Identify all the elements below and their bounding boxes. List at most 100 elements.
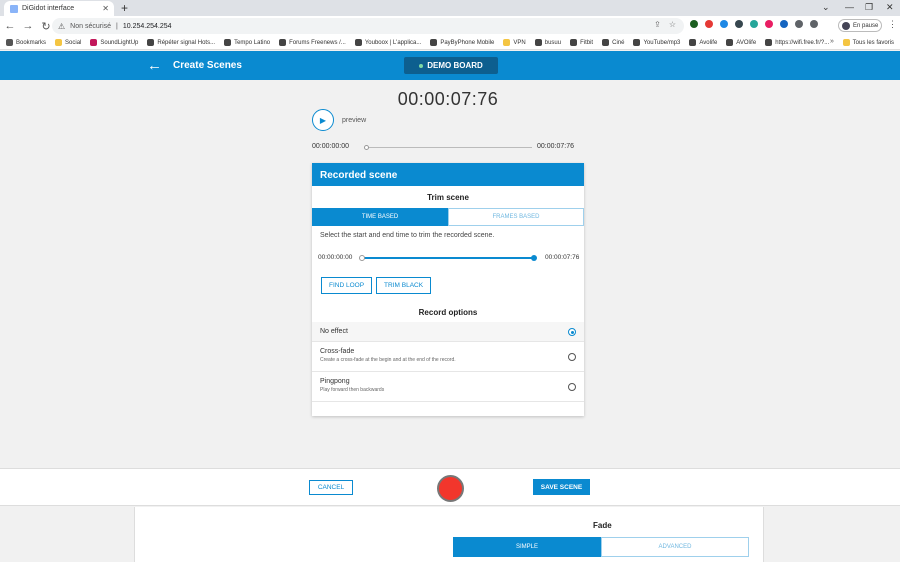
bookmark-item[interactable]: Tempo Latino [224, 39, 270, 46]
option-cross-fade[interactable]: Cross-fade Create a cross-fade at the be… [312, 342, 584, 372]
tab-search-icon[interactable]: ⌄ [822, 2, 830, 13]
browser-tab[interactable]: DiGidot interface ✕ [4, 1, 114, 16]
bookmark-label: Forums Freenews /... [289, 39, 346, 46]
bookmarks-more-icon[interactable]: » [830, 38, 834, 45]
option-name: No effect [320, 328, 348, 335]
back-arrow-icon[interactable]: ← [147, 57, 162, 74]
forward-nav-icon[interactable]: → [20, 20, 36, 32]
security-label: Non sécurisé [70, 22, 112, 30]
bookmark-icon [534, 39, 542, 46]
back-nav-icon[interactable]: ← [2, 20, 18, 32]
bookmark-label: SoundLightUp [100, 39, 139, 46]
extension-icon[interactable] [810, 20, 818, 28]
star-icon[interactable]: ☆ [669, 20, 676, 29]
preview-slider[interactable] [364, 145, 532, 150]
bookmark-item[interactable]: Youboox | L'applica... [354, 39, 421, 46]
trim-mode-tabs: TIME BASED FRAMES BASED [312, 208, 584, 226]
bookmark-item[interactable]: AVOlife [726, 39, 756, 46]
warning-icon: ⚠ [58, 21, 66, 31]
all-bookmarks-folder[interactable]: Tous les favoris [842, 39, 894, 46]
find-loop-button[interactable]: FIND LOOP [321, 277, 373, 294]
option-description: Play forward then backwards [320, 387, 385, 393]
new-tab-button[interactable]: + [121, 1, 128, 15]
page-title: Create Scenes [173, 60, 242, 71]
trim-start-handle[interactable] [359, 255, 365, 261]
bookmark-item[interactable]: Fitbit [570, 39, 593, 46]
timer-display: 00:00:07:76 [397, 89, 499, 109]
trim-end-handle[interactable] [531, 255, 537, 261]
bookmark-label: AVOlife [736, 39, 757, 46]
cancel-button[interactable]: CANCEL [309, 480, 353, 495]
bookmark-item[interactable]: Ciné [602, 39, 624, 46]
minimize-icon[interactable]: — [845, 2, 854, 12]
play-button[interactable]: ▶ [312, 109, 334, 131]
save-scene-button[interactable]: SAVE SCENE [533, 479, 590, 495]
preview-end-time: 00:00:07:76 [537, 143, 574, 150]
bookmark-label: VPN [513, 39, 526, 46]
preview-slider-handle[interactable] [364, 145, 369, 150]
address-bar[interactable]: ⚠ Non sécurisé | 10.254.254.254 ⇪ ☆ [52, 18, 684, 34]
browser-tab-bar: DiGidot interface ✕ + ⌄ — ❐ ✕ [0, 0, 900, 16]
action-bar: CANCEL SAVE SCENE [0, 468, 900, 506]
bookmark-item[interactable]: busuu [534, 39, 561, 46]
extension-icon[interactable] [765, 20, 773, 28]
trim-black-button[interactable]: TRIM BLACK [376, 277, 432, 294]
all-bookmarks-label: Tous les favoris [852, 39, 894, 46]
bookmark-label: Avolife [699, 39, 718, 46]
share-icon[interactable]: ⇪ [654, 20, 661, 29]
extension-icon[interactable] [720, 20, 728, 28]
bookmark-icon [279, 39, 287, 46]
extension-icon[interactable] [750, 20, 758, 28]
tab-frames-based[interactable]: FRAMES BASED [448, 208, 584, 226]
bookmark-label: Bookmarks [16, 39, 47, 46]
extension-icon[interactable] [705, 20, 713, 28]
bookmark-item[interactable]: Forums Freenews /... [279, 39, 346, 46]
tab-favicon-icon [10, 4, 18, 13]
bookmark-icon [147, 39, 155, 46]
window-close-icon[interactable]: ✕ [886, 2, 894, 13]
tab-simple[interactable]: SIMPLE [453, 537, 601, 557]
bookmark-icon [224, 39, 232, 46]
bookmark-label: Répéter signal Hots... [157, 39, 216, 46]
bookmark-icon [354, 39, 362, 46]
bookmarks-bar: Bookmarks Social SoundLightUp Répéter signa… [0, 36, 900, 50]
radio-pingpong[interactable] [568, 383, 576, 391]
browser-menu-icon[interactable]: ⋮ [888, 19, 897, 30]
maximize-icon[interactable]: ❐ [865, 2, 873, 13]
bookmark-item[interactable]: YouTube/mp3 [633, 39, 680, 46]
bookmark-item[interactable]: https://wifi.free.fr/?... [765, 39, 829, 46]
bookmark-icon [602, 39, 610, 46]
extensions-row [690, 20, 818, 28]
bookmark-item[interactable]: Social [55, 39, 81, 46]
bookmark-item[interactable]: VPN [503, 39, 526, 46]
bookmark-item[interactable]: Bookmarks [6, 39, 46, 46]
extension-icon[interactable] [780, 20, 788, 28]
bookmark-icon [765, 39, 773, 46]
extension-icon[interactable] [735, 20, 743, 28]
bookmark-icon [6, 39, 13, 46]
bookmark-label: https://wifi.free.fr/?... [775, 39, 830, 46]
trim-end-time: 00:00:07:76 [545, 254, 580, 261]
record-button[interactable] [437, 475, 464, 502]
bookmark-icon [430, 39, 438, 46]
tab-title: DiGidot interface [22, 5, 75, 12]
bookmark-item[interactable]: Répéter signal Hots... [147, 39, 215, 46]
trim-slider[interactable] [359, 255, 537, 261]
option-no-effect[interactable]: No effect [312, 322, 584, 342]
tab-time-based[interactable]: TIME BASED [312, 208, 448, 226]
bookmark-item[interactable]: SoundLightUp [90, 39, 138, 46]
tab-close-icon[interactable]: ✕ [102, 4, 109, 13]
board-selector-button[interactable]: DEMO BOARD [404, 57, 498, 74]
tab-advanced[interactable]: ADVANCED [601, 537, 749, 557]
radio-cross-fade[interactable] [568, 353, 576, 361]
option-pingpong[interactable]: Pingpong Play forward then backwards [312, 372, 584, 402]
radio-no-effect[interactable] [568, 328, 576, 336]
trim-start-time: 00:00:00:00 [318, 254, 353, 261]
profile-button[interactable]: En pause [838, 19, 882, 32]
bookmark-icon [503, 39, 511, 46]
extension-icon[interactable] [690, 20, 698, 28]
extension-icon[interactable] [795, 20, 803, 28]
bookmark-item[interactable]: PayByPhone Mobile [430, 39, 494, 46]
board-label: DEMO BOARD [427, 61, 483, 70]
bookmark-item[interactable]: Avolife [689, 39, 717, 46]
